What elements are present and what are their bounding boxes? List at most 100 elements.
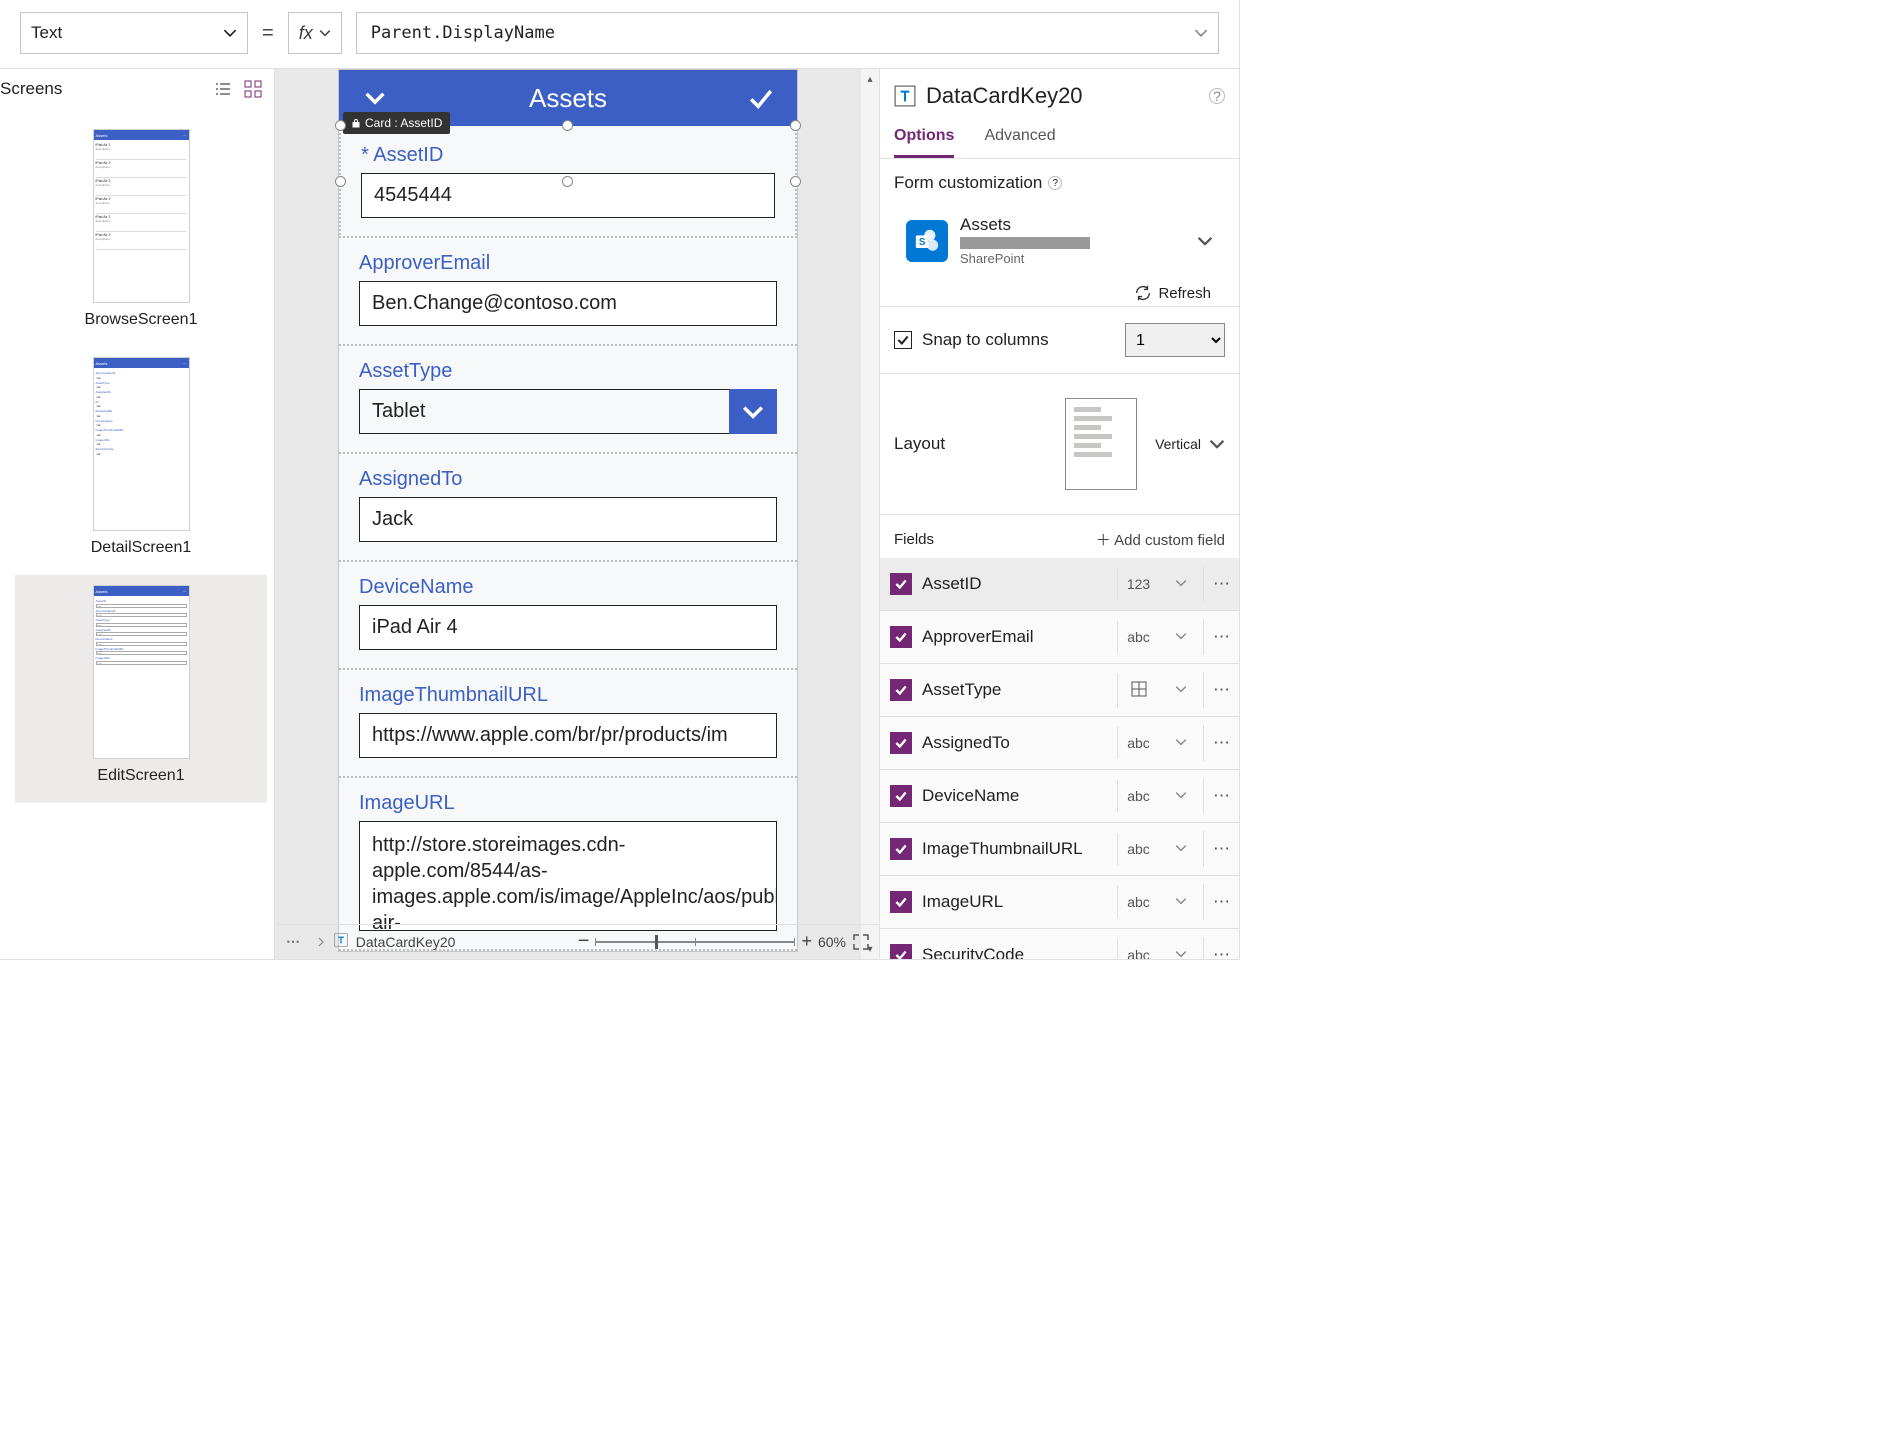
formula-input[interactable]: Parent.DisplayName — [356, 12, 1219, 54]
field-type-dropdown[interactable] — [1169, 839, 1193, 859]
field-more-button[interactable]: ⋯ — [1203, 672, 1239, 708]
form-card[interactable]: AssetTypeTablet — [339, 346, 797, 454]
card-label: ApproverEmail — [359, 252, 777, 275]
formula-bar: Text = fx Parent.DisplayName — [0, 0, 1239, 68]
field-name: AssetID — [922, 574, 1107, 594]
redacted-text — [960, 237, 1090, 249]
field-type-label: abc — [1117, 621, 1159, 653]
field-row[interactable]: ApproverEmail abc ⋯ — [880, 611, 1239, 664]
form-input[interactable]: 4545444 — [361, 173, 775, 218]
field-type-dropdown[interactable] — [1169, 680, 1193, 700]
field-name: ImageThumbnailURL — [922, 839, 1107, 859]
text-control-icon — [334, 933, 348, 947]
fit-to-screen-icon[interactable] — [852, 933, 870, 951]
layout-select[interactable]: Vertical — [1155, 436, 1225, 452]
scroll-up-arrow[interactable]: ▴ — [867, 71, 872, 87]
field-checkbox[interactable] — [890, 838, 912, 860]
field-row[interactable]: SecurityCodeabc⋯ — [880, 929, 1239, 959]
zoom-out-button[interactable]: − — [578, 930, 590, 953]
field-type-dropdown[interactable] — [1169, 733, 1193, 753]
chevron-down-icon — [1209, 436, 1225, 452]
field-checkbox[interactable] — [890, 732, 912, 754]
more-button[interactable]: ⋯ — [286, 933, 302, 950]
screen-thumbnail[interactable]: Assets⋯ApproverEmailvalAssetTypevalAssig… — [15, 347, 267, 575]
properties-panel: DataCardKey20 ? Options Advanced Form cu… — [879, 69, 1239, 959]
field-type-label: abc — [1117, 939, 1159, 959]
grid-view-icon[interactable] — [244, 80, 262, 98]
checkmark-icon[interactable] — [747, 84, 775, 112]
field-more-button[interactable]: ⋯ — [1203, 937, 1239, 959]
field-row[interactable]: AssetID 123 ⋯ — [880, 558, 1239, 611]
field-checkbox[interactable] — [890, 573, 912, 595]
zoom-slider[interactable] — [595, 941, 795, 943]
form-input[interactable]: Ben.Change@contoso.com — [359, 281, 777, 326]
help-icon[interactable]: ? — [1048, 176, 1062, 190]
data-source-selector[interactable]: S Assets SharePoint — [894, 205, 1225, 276]
field-more-button[interactable]: ⋯ — [1203, 778, 1239, 814]
snap-checkbox[interactable] — [894, 331, 912, 349]
form-input[interactable]: https://www.apple.com/br/pr/products/im — [359, 713, 777, 758]
field-checkbox[interactable] — [890, 626, 912, 648]
chevron-right-icon — [316, 937, 326, 947]
form-input[interactable]: iPad Air 4 — [359, 605, 777, 650]
snap-columns-select[interactable]: 1 — [1125, 323, 1225, 357]
field-name: AssignedTo — [922, 733, 1107, 753]
field-type-dropdown[interactable] — [1169, 786, 1193, 806]
field-row[interactable]: DeviceNameabc⋯ — [880, 770, 1239, 823]
field-more-button[interactable]: ⋯ — [1203, 566, 1239, 602]
screens-panel-title: Screens — [0, 79, 62, 99]
sharepoint-icon: S — [906, 220, 948, 262]
header-title: Assets — [529, 83, 607, 114]
card-label: ImageURL — [359, 792, 777, 815]
equals-sign: = — [262, 22, 274, 45]
field-name: ApproverEmail — [922, 627, 1107, 647]
chevron-down-icon — [1194, 26, 1208, 40]
help-icon[interactable]: ? — [1209, 88, 1225, 104]
field-type-label: 123 — [1117, 568, 1159, 600]
field-checkbox[interactable] — [890, 785, 912, 807]
screen-thumbnail[interactable]: Assets⋯AssetIDvalApproverEmailvalAssetTy… — [15, 575, 267, 803]
form-card[interactable]: ImageThumbnailURLhttps://www.apple.com/b… — [339, 670, 797, 778]
field-type-dropdown[interactable] — [1169, 945, 1193, 959]
phone-canvas[interactable]: Assets Card : AssetID * AssetID4545444Ap… — [338, 69, 798, 952]
refresh-button[interactable]: Refresh — [894, 276, 1225, 302]
form-card[interactable]: DeviceNameiPad Air 4 — [339, 562, 797, 670]
canvas-area: Assets Card : AssetID * AssetID4545444Ap… — [275, 69, 879, 959]
field-row[interactable]: ImageThumbnailURLabc⋯ — [880, 823, 1239, 876]
form-card[interactable]: ApproverEmail Ben.Change@contoso.com — [339, 238, 797, 346]
field-row[interactable]: ImageURLabc⋯ — [880, 876, 1239, 929]
field-checkbox[interactable] — [890, 944, 912, 959]
checkmark-icon — [894, 683, 908, 697]
form-input[interactable]: Jack — [359, 497, 777, 542]
breadcrumb[interactable]: DataCardKey20 — [316, 933, 455, 950]
field-type-icon — [1117, 673, 1159, 708]
field-more-button[interactable]: ⋯ — [1203, 725, 1239, 761]
add-custom-field-button[interactable]: ＋ Add custom field — [1096, 529, 1225, 550]
form-card[interactable]: AssignedToJack — [339, 454, 797, 562]
field-more-button[interactable]: ⋯ — [1203, 831, 1239, 867]
tab-advanced[interactable]: Advanced — [984, 119, 1055, 158]
chevron-down-icon[interactable] — [361, 84, 389, 112]
field-row[interactable]: AssignedToabc⋯ — [880, 717, 1239, 770]
fx-button[interactable]: fx — [288, 12, 342, 54]
field-type-label: abc — [1117, 780, 1159, 812]
canvas-scrollbar[interactable]: ▴ ▾ — [861, 69, 879, 959]
list-view-icon[interactable] — [214, 80, 232, 98]
svg-text:S: S — [919, 237, 926, 248]
chevron-down-icon[interactable] — [1197, 233, 1213, 249]
field-checkbox[interactable] — [890, 679, 912, 701]
field-more-button[interactable]: ⋯ — [1203, 884, 1239, 920]
field-type-dropdown[interactable] — [1169, 627, 1193, 647]
field-type-dropdown[interactable] — [1169, 574, 1193, 594]
field-type-dropdown[interactable] — [1169, 892, 1193, 912]
property-selector[interactable]: Text — [20, 12, 248, 54]
field-checkbox[interactable] — [890, 891, 912, 913]
screen-thumbnail[interactable]: Assets⋯iPad Air 2descriptioniPad Air 2de… — [15, 119, 267, 347]
form-card[interactable]: * AssetID4545444 — [339, 126, 797, 238]
zoom-in-button[interactable]: + — [801, 931, 812, 952]
tab-options[interactable]: Options — [894, 119, 954, 158]
field-row[interactable]: AssetType⋯ — [880, 664, 1239, 717]
form-textarea[interactable]: http://store.storeimages.cdn-apple.com/8… — [359, 821, 777, 931]
form-select[interactable]: Tablet — [359, 389, 777, 434]
field-more-button[interactable]: ⋯ — [1203, 619, 1239, 655]
